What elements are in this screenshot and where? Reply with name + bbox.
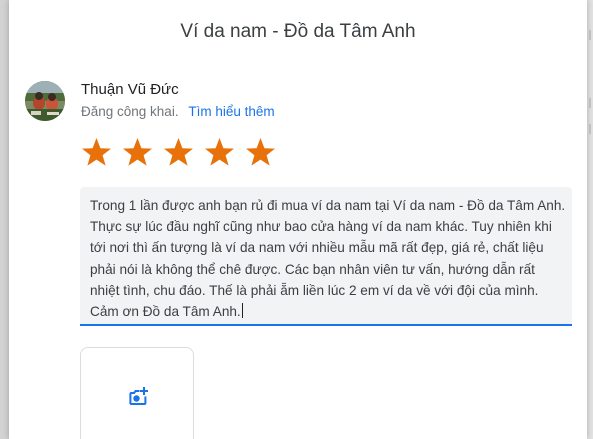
star-4-icon[interactable] bbox=[202, 132, 237, 172]
star-3-icon[interactable] bbox=[161, 132, 196, 172]
background-mark bbox=[589, 98, 591, 108]
review-text-content: Trong 1 lần được anh bạn rủ đi mua ví da… bbox=[90, 195, 568, 322]
star-1-icon[interactable] bbox=[79, 132, 114, 172]
star-5-icon[interactable] bbox=[243, 132, 278, 172]
review-text: Trong 1 lần được anh bạn rủ đi mua ví da… bbox=[90, 198, 566, 320]
background-mark bbox=[589, 124, 591, 134]
learn-more-link[interactable]: Tìm hiểu thêm bbox=[188, 104, 274, 119]
background-scrollbar-area bbox=[587, 0, 593, 439]
visibility-notice: Đăng công khai. Tìm hiểu thêm bbox=[81, 104, 275, 119]
user-name: Thuận Vũ Đức bbox=[81, 81, 179, 98]
add-photo-icon bbox=[129, 387, 148, 405]
dialog-title: Ví da nam - Đồ da Tâm Anh bbox=[180, 21, 416, 42]
visibility-text: Đăng công khai. bbox=[81, 104, 179, 119]
star-2-icon[interactable] bbox=[120, 132, 155, 172]
avatar bbox=[25, 81, 65, 121]
add-photo-button[interactable] bbox=[80, 347, 194, 439]
avatar-photo bbox=[25, 81, 65, 121]
star-rating bbox=[79, 132, 278, 172]
review-textarea[interactable]: Trong 1 lần được anh bạn rủ đi mua ví da… bbox=[80, 187, 572, 326]
text-cursor bbox=[241, 303, 243, 319]
background-mark bbox=[589, 30, 591, 40]
background-panel-left bbox=[0, 0, 9, 439]
review-dialog: Ví da nam - Đồ da Tâm Anh Thuận Vũ Đức Đ… bbox=[9, 0, 587, 439]
